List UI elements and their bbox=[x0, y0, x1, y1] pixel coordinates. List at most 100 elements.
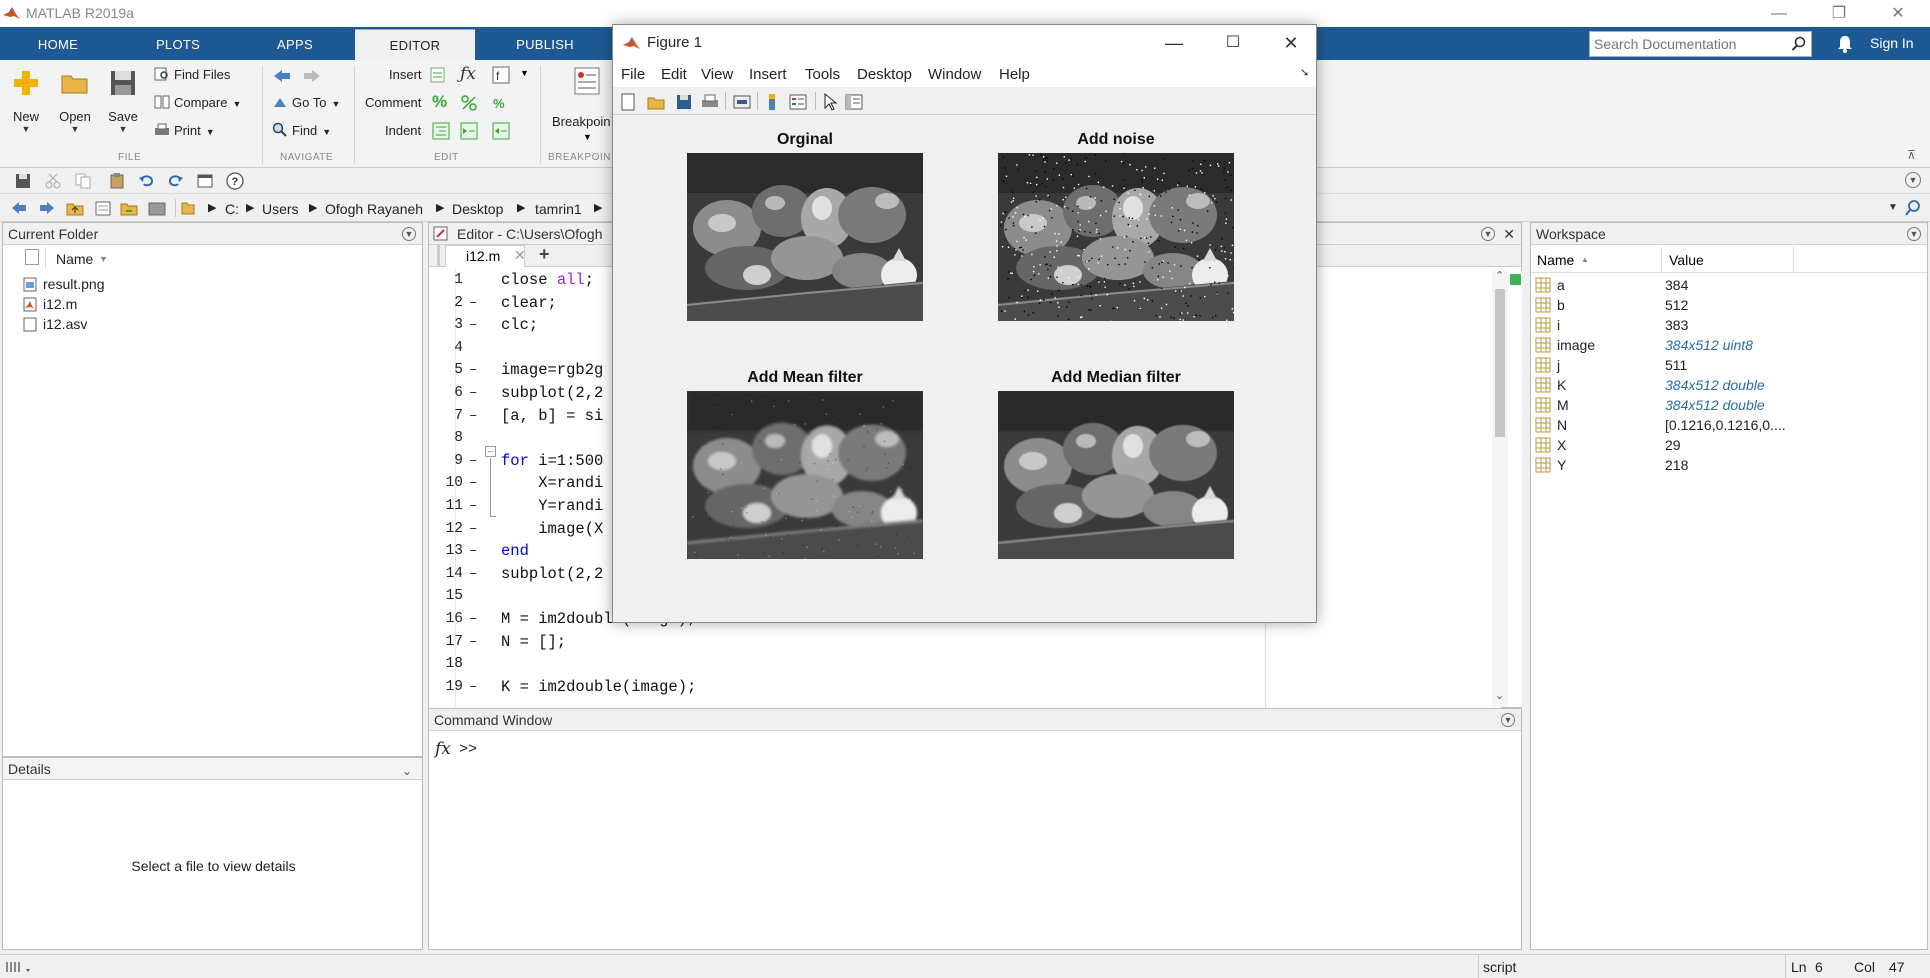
link-plot-icon[interactable] bbox=[733, 93, 751, 111]
legend-icon[interactable] bbox=[789, 93, 807, 111]
back-arrow-icon[interactable] bbox=[10, 200, 28, 216]
collapse-ribbon-icon[interactable]: ⊼ bbox=[1907, 148, 1916, 162]
minimize-button[interactable]: — bbox=[1756, 0, 1802, 27]
breakpoints-label[interactable]: Breakpoin bbox=[552, 112, 611, 132]
panel-menu-icon[interactable]: ▼ bbox=[1501, 713, 1515, 727]
breadcrumb-ofogh-rayaneh[interactable]: Ofogh Rayaneh bbox=[325, 201, 423, 217]
editor-scrollbar[interactable]: ⌃ ⌄ bbox=[1492, 269, 1508, 707]
print-figure-icon[interactable] bbox=[701, 93, 719, 111]
chevron-down-icon[interactable]: ▼ bbox=[583, 132, 592, 142]
breadcrumb-desktop[interactable]: Desktop bbox=[452, 201, 503, 217]
property-inspector-icon[interactable] bbox=[845, 93, 863, 111]
menu-desktop[interactable]: Desktop bbox=[857, 66, 912, 83]
workspace-row[interactable]: N [0.1216,0.1216,0.... bbox=[1531, 415, 1919, 435]
code-line[interactable]: for i=1:500 bbox=[501, 452, 603, 470]
up-folder-icon[interactable] bbox=[66, 199, 84, 217]
subplot-image[interactable] bbox=[687, 391, 923, 559]
toolbar-options-icon[interactable]: ▼ bbox=[1905, 172, 1921, 188]
open-button[interactable]: Open ▼ bbox=[56, 68, 94, 134]
fold-toggle-icon[interactable]: – bbox=[485, 446, 496, 457]
breakpoint-marker[interactable]: – bbox=[469, 475, 477, 491]
file-item[interactable]: i12.asv bbox=[23, 316, 87, 332]
menu-edit[interactable]: Edit bbox=[661, 66, 687, 83]
code-line[interactable]: clc; bbox=[501, 316, 538, 334]
switch-windows-icon[interactable] bbox=[196, 172, 214, 190]
insert-section-icon[interactable] bbox=[430, 66, 448, 84]
breadcrumb-users[interactable]: Users bbox=[262, 201, 299, 217]
code-line[interactable]: subplot(2,2 bbox=[501, 384, 603, 402]
breakpoint-marker[interactable]: – bbox=[469, 385, 477, 401]
workspace-row[interactable]: b 512 bbox=[1531, 295, 1919, 315]
compare-button[interactable]: Compare ▼ bbox=[154, 93, 241, 113]
close-tab-icon[interactable]: ✕ bbox=[514, 247, 526, 264]
scroll-down-icon[interactable]: ⌄ bbox=[1495, 689, 1504, 702]
code-line[interactable]: image(X bbox=[501, 520, 603, 538]
code-line[interactable]: [a, b] = si bbox=[501, 407, 603, 425]
workspace-row[interactable]: j 511 bbox=[1531, 355, 1919, 375]
code-line[interactable]: close all; bbox=[501, 271, 594, 289]
breakpoint-marker[interactable]: – bbox=[469, 295, 477, 311]
breakpoint-marker[interactable]: – bbox=[469, 453, 477, 469]
chevron-down-icon[interactable]: ⌄ bbox=[402, 760, 412, 782]
file-item[interactable]: result.png bbox=[23, 276, 104, 292]
scroll-thumb[interactable] bbox=[1495, 289, 1505, 437]
code-line[interactable]: image=rgb2g bbox=[501, 361, 603, 379]
menu-help[interactable]: Help bbox=[999, 66, 1030, 83]
workspace-row[interactable]: i 383 bbox=[1531, 315, 1919, 335]
name-column-header[interactable]: Name bbox=[1537, 252, 1574, 268]
browse-folder-icon[interactable] bbox=[94, 199, 112, 217]
menu-tools[interactable]: Tools bbox=[805, 66, 840, 83]
workspace-row[interactable]: X 29 bbox=[1531, 435, 1919, 455]
fx-insert-function-icon[interactable]: ƒx bbox=[460, 64, 476, 84]
breakpoint-marker[interactable]: – bbox=[469, 679, 477, 695]
tab-home[interactable]: HOME bbox=[0, 29, 116, 60]
insert-symbol-icon[interactable]: f bbox=[492, 66, 510, 84]
name-column-header[interactable]: Name bbox=[56, 251, 93, 267]
tab-editor[interactable]: EDITOR bbox=[355, 29, 475, 60]
address-dropdown-icon[interactable]: ▼ bbox=[1888, 202, 1898, 213]
scroll-up-icon[interactable]: ⌃ bbox=[1495, 269, 1504, 282]
workspace-row[interactable]: K 384x512 double bbox=[1531, 375, 1919, 395]
code-line[interactable]: X=randi bbox=[501, 474, 603, 492]
sign-in-link[interactable]: Sign In bbox=[1870, 35, 1914, 51]
breakpoint-marker[interactable]: – bbox=[469, 521, 477, 537]
subplot-image[interactable] bbox=[687, 153, 923, 321]
restore-button[interactable]: ❐ bbox=[1816, 0, 1862, 27]
insert-label[interactable]: Insert bbox=[389, 65, 422, 85]
increase-indent-icon[interactable] bbox=[460, 122, 478, 140]
comment-percent-icon[interactable]: % bbox=[432, 92, 447, 112]
fx-function-browser-icon[interactable]: fx bbox=[435, 739, 451, 759]
comment-label[interactable]: Comment bbox=[365, 93, 421, 113]
notification-bell-icon[interactable] bbox=[1836, 34, 1854, 54]
subplot-image[interactable] bbox=[998, 153, 1234, 321]
breakpoint-marker[interactable]: – bbox=[469, 611, 477, 627]
menu-insert[interactable]: Insert bbox=[749, 66, 787, 83]
command-prompt[interactable]: >> bbox=[459, 741, 477, 758]
paste-icon[interactable] bbox=[108, 172, 126, 190]
breadcrumb-c-drive[interactable]: C: bbox=[225, 201, 239, 217]
tab-i12-m[interactable]: i12.m ✕ bbox=[445, 245, 526, 267]
file-item[interactable]: i12.m bbox=[23, 296, 77, 312]
print-button[interactable]: Print ▼ bbox=[154, 121, 215, 141]
close-button[interactable]: ✕ bbox=[1875, 0, 1921, 27]
uncomment-icon[interactable] bbox=[460, 94, 478, 112]
save-icon[interactable] bbox=[14, 172, 32, 190]
find-files-button[interactable]: Find Files bbox=[154, 65, 230, 85]
tab-publish[interactable]: PUBLISH bbox=[480, 29, 610, 60]
panel-menu-icon[interactable]: ▼ bbox=[402, 227, 416, 241]
panel-menu-icon[interactable]: ▼ bbox=[1907, 227, 1921, 241]
code-line[interactable]: N = []; bbox=[501, 633, 566, 651]
breakpoint-marker[interactable]: – bbox=[469, 543, 477, 559]
close-editor-icon[interactable]: ✕ bbox=[1503, 223, 1515, 245]
breakpoint-marker[interactable]: – bbox=[469, 317, 477, 333]
pointer-icon[interactable] bbox=[821, 93, 839, 111]
panel-menu-icon[interactable]: ▼ bbox=[1481, 227, 1495, 241]
forward-arrow-icon[interactable] bbox=[38, 200, 56, 216]
select-all-checkbox[interactable] bbox=[25, 249, 39, 265]
search-icon[interactable] bbox=[1791, 36, 1807, 52]
search-input[interactable] bbox=[1594, 35, 1784, 53]
code-line[interactable]: clear; bbox=[501, 294, 557, 312]
search-folder-icon[interactable] bbox=[1904, 199, 1922, 217]
workspace-row[interactable]: M 384x512 double bbox=[1531, 395, 1919, 415]
find-button[interactable]: Find ▼ bbox=[272, 121, 331, 141]
